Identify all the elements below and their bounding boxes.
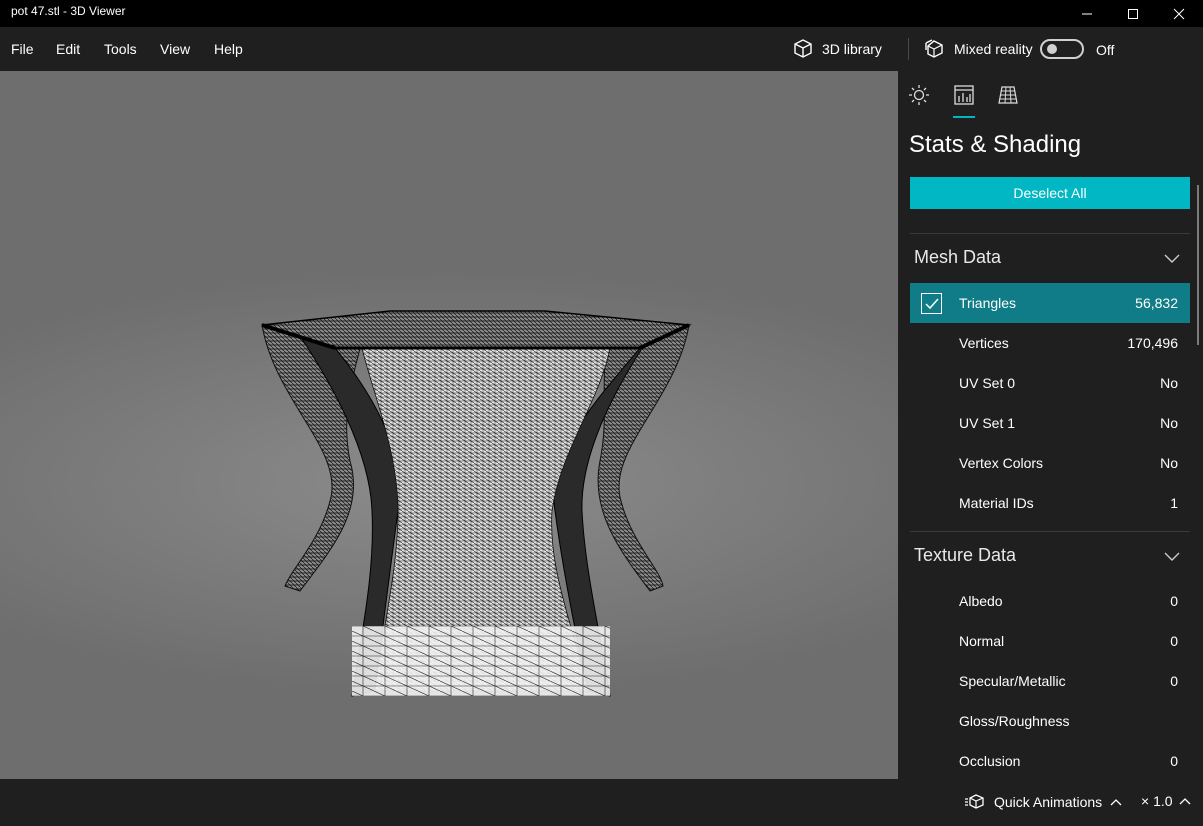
quick-animations-label: Quick Animations: [994, 794, 1103, 810]
active-tab-indicator: [953, 116, 975, 118]
chevron-up-icon: [1179, 798, 1190, 805]
row-label: Occlusion: [959, 753, 1021, 769]
minimize-button[interactable]: [1064, 0, 1110, 27]
menu-tools[interactable]: Tools: [104, 41, 137, 57]
3d-library-button[interactable]: 3D library: [792, 37, 882, 61]
mixed-reality-button[interactable]: Mixed reality: [924, 37, 1033, 61]
menu-view[interactable]: View: [160, 41, 190, 57]
sun-icon: [909, 85, 929, 105]
texture-row-specular-metallic[interactable]: Specular/Metallic 0: [910, 661, 1190, 701]
row-label: Gloss/Roughness: [959, 713, 1070, 729]
tab-lighting[interactable]: [907, 83, 931, 107]
menu-edit[interactable]: Edit: [56, 41, 80, 57]
menu-help[interactable]: Help: [214, 41, 243, 57]
row-label: Specular/Metallic: [959, 673, 1066, 689]
tab-stats-shading[interactable]: [952, 83, 976, 107]
mesh-row-material-ids[interactable]: Material IDs 1: [910, 483, 1190, 523]
row-label: Albedo: [959, 593, 1003, 609]
texture-row-albedo[interactable]: Albedo 0: [910, 581, 1190, 621]
speed-label: × 1.0: [1141, 793, 1173, 809]
row-value: 56,832: [1135, 295, 1178, 311]
mixed-reality-icon: [925, 39, 943, 58]
menu-bar: File Edit Tools View Help 3D library Mix…: [0, 27, 1203, 71]
row-value: 1: [1170, 495, 1178, 511]
grid-icon: [998, 86, 1018, 104]
mesh-model-wireframe: [261, 310, 692, 697]
checkmark-icon: [924, 298, 939, 309]
mixed-reality-label: Mixed reality: [954, 41, 1033, 57]
row-label: UV Set 0: [959, 375, 1016, 391]
triangles-checkbox[interactable]: [921, 293, 942, 314]
stats-icon: [954, 85, 974, 105]
row-value: 0: [1170, 633, 1178, 649]
row-value: 0: [1170, 593, 1178, 609]
mesh-data-header[interactable]: Mesh Data: [914, 247, 1001, 268]
panel-scrollbar[interactable]: [1197, 185, 1199, 345]
row-label: Triangles: [959, 295, 1017, 311]
mesh-row-uv-set-1[interactable]: UV Set 1 No: [910, 403, 1190, 443]
row-label: Material IDs: [959, 495, 1034, 511]
tab-grid[interactable]: [996, 83, 1020, 107]
mesh-row-uv-set-0[interactable]: UV Set 0 No: [910, 363, 1190, 403]
cube-icon: [794, 39, 812, 58]
row-label: Normal: [959, 633, 1005, 649]
texture-row-normal[interactable]: Normal 0: [910, 621, 1190, 661]
section-divider: [910, 531, 1190, 532]
menu-file[interactable]: File: [11, 41, 34, 57]
texture-data-header[interactable]: Texture Data: [914, 545, 1016, 566]
title-bar: pot 47.stl - 3D Viewer: [0, 0, 1203, 27]
row-value: No: [1160, 375, 1178, 391]
mixed-reality-toggle[interactable]: [1040, 39, 1084, 59]
close-icon: [1173, 8, 1185, 19]
chevron-down-icon[interactable]: [1164, 550, 1180, 562]
row-value: No: [1160, 455, 1178, 471]
mesh-row-triangles[interactable]: Triangles 56,832: [910, 283, 1190, 323]
maximize-icon: [1128, 8, 1138, 19]
texture-row-gloss-roughness[interactable]: Gloss/Roughness: [910, 701, 1190, 741]
maximize-button[interactable]: [1110, 0, 1156, 27]
row-label: Vertices: [959, 335, 1009, 351]
row-label: Vertex Colors: [959, 455, 1044, 471]
3d-library-label: 3D library: [822, 41, 882, 57]
bottom-bar: Quick Animations × 1.0: [0, 779, 1203, 826]
row-value: 170,496: [1127, 335, 1178, 351]
mesh-row-vertices[interactable]: Vertices 170,496: [910, 323, 1190, 363]
row-label: UV Set 1: [959, 415, 1016, 431]
quick-animations-button[interactable]: Quick Animations: [964, 793, 1122, 811]
toggle-state-label: Off: [1096, 42, 1115, 58]
animation-speed-button[interactable]: × 1.0: [1141, 793, 1191, 809]
menu-separator: [908, 38, 909, 60]
mesh-row-vertex-colors[interactable]: Vertex Colors No: [910, 443, 1190, 483]
section-divider: [910, 233, 1190, 234]
window-title: pot 47.stl - 3D Viewer: [11, 4, 126, 18]
minimize-icon: [1082, 13, 1092, 14]
row-value: No: [1160, 415, 1178, 431]
chevron-up-icon: [1110, 799, 1122, 806]
toggle-knob: [1047, 44, 1057, 54]
animation-cube-icon: [965, 794, 984, 809]
texture-row-occlusion[interactable]: Occlusion 0: [910, 741, 1190, 779]
panel-title: Stats & Shading: [909, 131, 1082, 158]
close-button[interactable]: [1156, 0, 1202, 27]
row-value: 0: [1170, 753, 1178, 769]
row-value: 0: [1170, 673, 1178, 689]
deselect-all-button[interactable]: Deselect All: [910, 177, 1190, 209]
chevron-down-icon[interactable]: [1164, 252, 1180, 264]
3d-viewport[interactable]: [0, 71, 898, 779]
